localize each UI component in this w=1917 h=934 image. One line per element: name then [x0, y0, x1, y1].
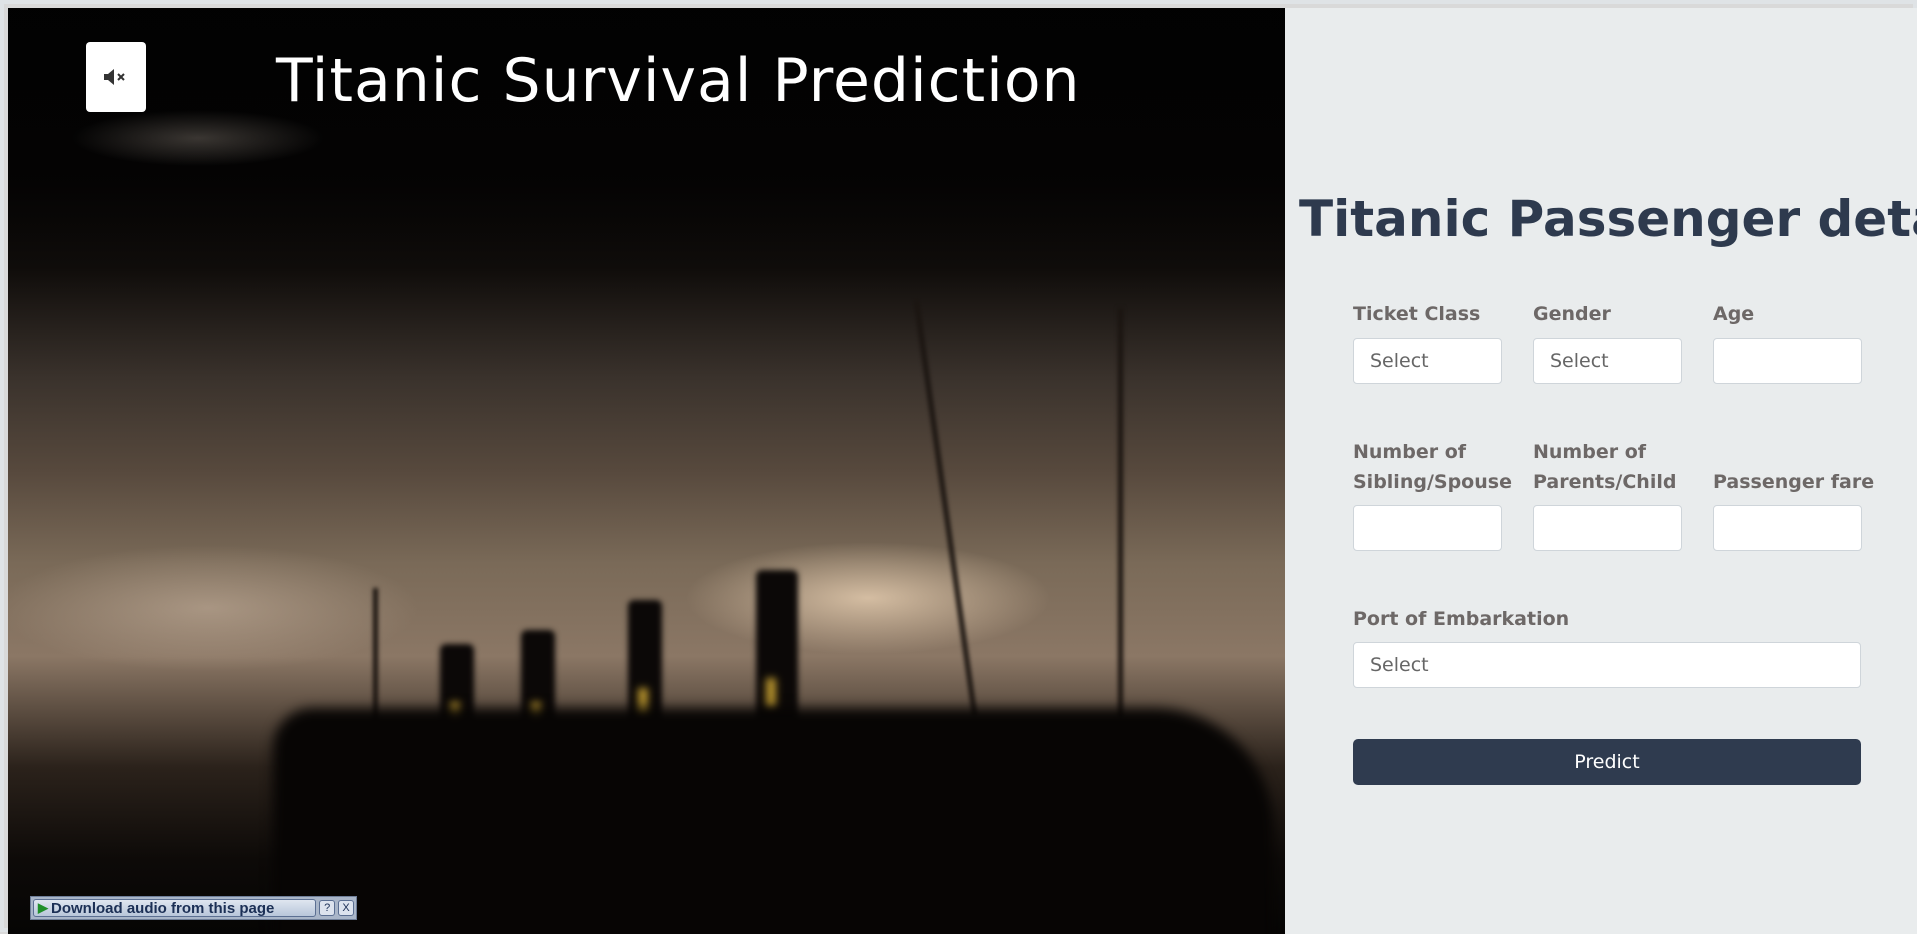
gender-select[interactable]: Select — [1533, 338, 1682, 384]
parents-input[interactable] — [1533, 505, 1682, 551]
speaker-muted-icon — [104, 69, 125, 85]
predict-button[interactable]: Predict — [1353, 739, 1861, 785]
siblings-label: Number of Sibling/Spouse — [1353, 441, 1512, 493]
ship-mast — [913, 299, 978, 717]
form-title: Titanic Passenger details — [1299, 190, 1917, 248]
ship-hull — [273, 708, 1273, 934]
gender-label: Gender — [1533, 303, 1611, 325]
ticket-class-label: Ticket Class — [1353, 303, 1481, 325]
age-label: Age — [1713, 303, 1755, 325]
download-audio-bar: ▶ Download audio from this page ? X — [30, 896, 357, 920]
close-icon[interactable]: X — [338, 900, 354, 916]
port-select[interactable]: Select — [1353, 642, 1861, 688]
play-icon: ▶ — [38, 900, 48, 915]
mute-button[interactable] — [86, 42, 146, 112]
ticket-class-select[interactable]: Select — [1353, 338, 1502, 384]
ship-funnel — [756, 570, 798, 730]
app-frame: Titanic Survival Prediction ▶ Download a… — [0, 0, 1917, 934]
parents-label: Number of Parents/Child — [1533, 441, 1677, 493]
port-label: Port of Embarkation — [1353, 608, 1570, 630]
age-input[interactable] — [1713, 338, 1862, 384]
fare-input[interactable] — [1713, 505, 1862, 551]
help-icon[interactable]: ? — [319, 900, 336, 916]
video-title: Titanic Survival Prediction — [276, 46, 1081, 116]
download-audio-button[interactable]: ▶ Download audio from this page — [33, 899, 317, 917]
passenger-form-panel: Titanic Passenger details Ticket Class S… — [1285, 8, 1917, 934]
download-audio-label: Download audio from this page — [51, 899, 275, 917]
background-video: Titanic Survival Prediction ▶ Download a… — [8, 8, 1285, 934]
fare-label: Passenger fare — [1713, 471, 1875, 493]
ship-mast — [1118, 308, 1123, 718]
siblings-input[interactable] — [1353, 505, 1502, 551]
